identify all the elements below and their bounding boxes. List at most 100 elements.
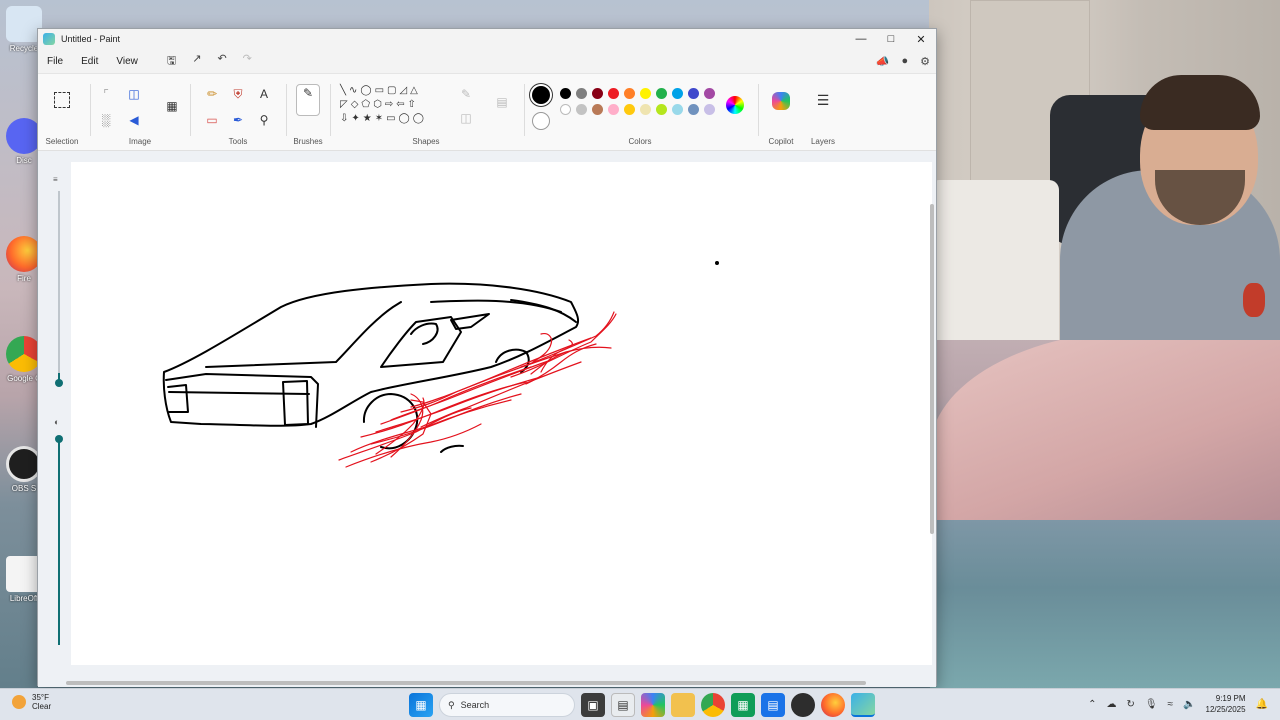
sheets-icon[interactable]: ▦ [731, 693, 755, 717]
task-view-icon[interactable]: ▣ [581, 693, 605, 717]
notifications-icon[interactable]: 🔔 [1256, 699, 1268, 710]
window-title: Untitled - Paint [61, 34, 121, 44]
group-image: ⌜ ◫ ▦ ░ ◀ Image [96, 78, 184, 148]
save-icon[interactable]: 🖫 [167, 52, 176, 71]
weather-widget[interactable]: 35°F Clear [12, 693, 51, 711]
copilot-icon[interactable] [772, 92, 790, 110]
eraser-icon[interactable]: ▭ [204, 112, 220, 128]
redo-icon[interactable]: ↷ [243, 52, 252, 71]
feedback-icon[interactable]: 📣 [876, 55, 890, 68]
weather-temperature: 35°F [32, 693, 49, 702]
share-icon[interactable]: ↗ [192, 52, 201, 71]
horizontal-scrollbar[interactable] [66, 681, 866, 685]
copilot-taskbar-icon[interactable] [641, 693, 665, 717]
system-tray: ⌃ ☁ ↻ 🎙 ≈ 🔈 9:19 PM 12/25/2025 🔔 [1088, 693, 1268, 715]
group-brushes: ✎ Brushes [293, 84, 323, 146]
selection-rectangle-icon[interactable] [54, 92, 70, 108]
paint-taskbar-icon[interactable] [851, 693, 875, 717]
outline-icon[interactable]: ✎ [458, 86, 474, 102]
primary-color[interactable] [532, 86, 550, 104]
shapes-gallery[interactable]: ╲∿◯▭▢◿△ ◸◇⬠⬡⇨⇦⇧ ⇩✦★✶▭◯◯ [340, 84, 448, 126]
shape-options-icon[interactable]: ▤ [494, 94, 510, 110]
weather-description: Clear [32, 702, 52, 711]
crop-icon[interactable]: ⌜ [98, 86, 114, 102]
webcam-bed [929, 180, 1059, 340]
brush-size-slider[interactable] [55, 379, 63, 387]
fill-icon[interactable]: ⛨ [230, 86, 246, 102]
hoodie-logo [1243, 283, 1265, 317]
color-swatch[interactable] [656, 104, 667, 115]
secondary-color[interactable] [532, 112, 550, 130]
color-swatch[interactable] [656, 88, 667, 99]
chevron-up-icon[interactable]: ⌃ [1088, 699, 1096, 710]
start-button[interactable]: ▦ [409, 693, 433, 717]
clock[interactable]: 9:19 PM 12/25/2025 [1206, 693, 1246, 715]
opacity-slider[interactable] [55, 435, 63, 443]
webcam-overlay [929, 0, 1280, 340]
wifi-icon[interactable]: ≈ [1168, 699, 1174, 710]
edit-colors-icon[interactable] [726, 96, 744, 114]
sync-icon[interactable]: ↻ [1126, 699, 1134, 710]
group-layers: ☰ Layers [810, 92, 835, 146]
firefox-taskbar-icon[interactable] [821, 693, 845, 717]
color-swatch[interactable] [608, 88, 619, 99]
wallpaper-dune [930, 330, 1280, 530]
color-swatch[interactable] [688, 104, 699, 115]
undo-icon[interactable]: ↶ [217, 52, 226, 71]
group-shapes: ╲∿◯▭▢◿△ ◸◇⬠⬡⇨⇦⇧ ⇩✦★✶▭◯◯ ✎ ◫ ▤ Shapes [336, 78, 516, 148]
title-bar[interactable]: Untitled - Paint — □ ✕ [38, 29, 936, 49]
color-swatch[interactable] [672, 104, 683, 115]
group-copilot: Copilot [762, 78, 800, 148]
microphone-icon[interactable]: 🎙 [1145, 699, 1158, 710]
rotate-icon[interactable]: ◀ [126, 112, 142, 128]
color-picker-icon[interactable]: ✒ [230, 112, 246, 128]
resize-icon[interactable]: ◫ [126, 86, 142, 102]
file-explorer-icon[interactable] [671, 693, 695, 717]
color-swatch[interactable] [592, 104, 603, 115]
color-swatch[interactable] [576, 88, 587, 99]
pencil-icon[interactable]: ✏ [204, 86, 220, 102]
notepad-icon[interactable]: ▤ [611, 693, 635, 717]
menu-view[interactable]: View [107, 56, 147, 67]
brush-icon[interactable]: ✎ [296, 84, 320, 116]
magnifier-icon[interactable]: ⚲ [256, 112, 272, 128]
color-swatch[interactable] [576, 104, 587, 115]
menu-file[interactable]: File [38, 56, 72, 67]
vertical-scrollbar[interactable] [930, 204, 934, 534]
account-icon[interactable]: ● [901, 55, 908, 68]
color-swatch[interactable] [624, 104, 635, 115]
onedrive-icon[interactable]: ☁ [1106, 699, 1116, 710]
color-swatch[interactable] [640, 88, 651, 99]
color-swatch[interactable] [688, 88, 699, 99]
drawing-canvas[interactable] [71, 162, 932, 665]
image-select-icon[interactable]: ▦ [164, 98, 180, 114]
menu-edit[interactable]: Edit [72, 56, 107, 67]
color-swatch[interactable] [560, 88, 571, 99]
minimize-icon: — [855, 33, 867, 45]
windows-icon: ▦ [415, 698, 427, 712]
taskbar-search[interactable]: ⚲ Search [439, 693, 575, 717]
color-swatch[interactable] [672, 88, 683, 99]
ribbon: Selection ⌜ ◫ ▦ ░ ◀ Image ✏ ⛨ A ▭ ✒ ⚲ To… [38, 73, 936, 151]
remove-background-icon[interactable]: ░ [98, 112, 114, 128]
color-swatch[interactable] [704, 88, 715, 99]
color-swatch[interactable] [560, 104, 571, 115]
chrome-taskbar-icon[interactable] [701, 693, 725, 717]
minimize-button[interactable]: — [846, 29, 876, 49]
docs-icon[interactable]: ▤ [761, 693, 785, 717]
color-swatch[interactable] [704, 104, 715, 115]
fill-shape-icon[interactable]: ◫ [458, 110, 474, 126]
obs-taskbar-icon[interactable] [791, 693, 815, 717]
maximize-icon: □ [887, 33, 895, 45]
color-swatch[interactable] [640, 104, 651, 115]
color-swatch[interactable] [608, 104, 619, 115]
settings-icon[interactable]: ⚙ [920, 55, 930, 68]
color-swatch[interactable] [624, 88, 635, 99]
volume-icon[interactable]: 🔈 [1183, 699, 1195, 710]
text-icon[interactable]: A [256, 86, 272, 102]
color-swatch[interactable] [592, 88, 603, 99]
layers-icon[interactable]: ☰ [815, 92, 831, 108]
zoom-rail: ≡ ◐ [50, 175, 68, 657]
maximize-button[interactable]: □ [876, 29, 906, 49]
close-button[interactable]: ✕ [906, 29, 936, 49]
